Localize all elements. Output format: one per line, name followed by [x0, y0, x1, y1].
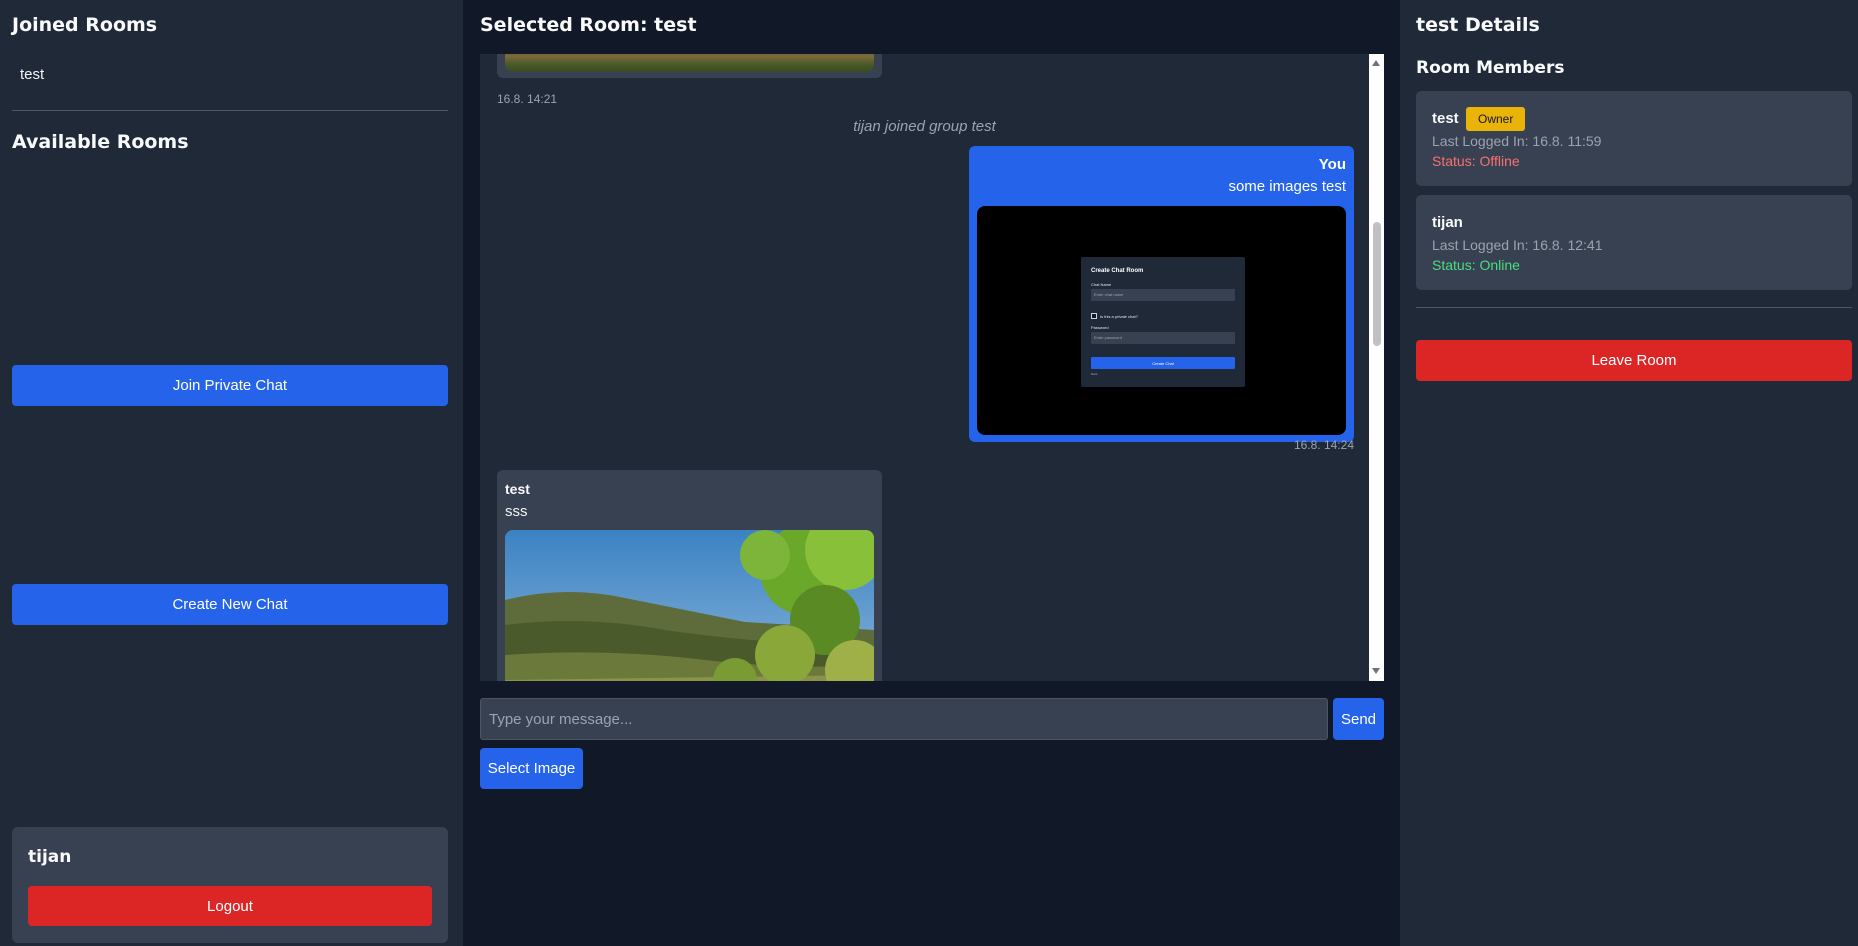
room-details-panel: test Details Room Members test Owner Las…	[1400, 0, 1858, 946]
sidebar-divider	[12, 110, 448, 111]
member-status-online: Status: Online	[1432, 257, 1520, 273]
screenshot-title: Create Chat Room	[1091, 268, 1144, 274]
message-input[interactable]	[480, 698, 1328, 740]
screenshot-label: Password	[1091, 325, 1109, 330]
message-bubble-other: test sss	[497, 470, 882, 681]
chat-panel: Selected Room: test 16.8. 14:21 tijan jo…	[463, 0, 1400, 946]
member-card: test Owner Last Logged In: 16.8. 11:59 S…	[1416, 91, 1852, 186]
joined-rooms-heading: Joined Rooms	[12, 14, 158, 36]
current-user-name: tijan	[28, 847, 72, 867]
selected-room-title: Selected Room: test	[480, 14, 697, 36]
message-list[interactable]: 16.8. 14:21 tijan joined group test You …	[480, 54, 1384, 681]
logout-button[interactable]: Logout	[28, 886, 432, 926]
landscape-photo	[505, 530, 874, 681]
message-image[interactable]: Create Chat Room Chat Name Enter chat na…	[977, 206, 1346, 435]
message-image[interactable]	[505, 530, 874, 681]
screenshot-button: Create Chat	[1091, 357, 1235, 369]
screenshot-label: Chat Name	[1091, 282, 1112, 287]
message-sender: You	[1318, 156, 1346, 173]
current-user-card: tijan Logout	[12, 827, 448, 943]
member-name: test	[1432, 110, 1459, 127]
screenshot-checkbox-label: Is this a private chat?	[1100, 314, 1138, 319]
message-timestamp: 16.8. 14:21	[497, 92, 558, 106]
available-rooms-heading: Available Rooms	[12, 131, 189, 153]
screenshot-input: Enter chat name	[1091, 289, 1235, 301]
owner-badge: Owner	[1466, 107, 1526, 131]
join-private-chat-button[interactable]: Join Private Chat	[12, 365, 448, 406]
left-sidebar: Joined Rooms test Available Rooms Join P…	[0, 0, 463, 946]
screenshot-back-link: Back	[1091, 372, 1098, 376]
member-card: tijan Last Logged In: 16.8. 12:41 Status…	[1416, 195, 1852, 290]
screenshot-create-chat-dialog: Create Chat Room Chat Name Enter chat na…	[1081, 257, 1245, 387]
scrollbar-thumb[interactable]	[1373, 222, 1381, 346]
member-status-offline: Status: Offline	[1432, 153, 1520, 169]
chat-scrollbar[interactable]	[1369, 54, 1384, 681]
leave-room-button[interactable]: Leave Room	[1416, 340, 1852, 381]
details-divider	[1416, 307, 1852, 308]
member-last-login: Last Logged In: 16.8. 12:41	[1432, 237, 1603, 253]
screenshot-placeholder: Enter password	[1094, 335, 1122, 340]
scroll-up-arrow-icon[interactable]	[1372, 60, 1380, 66]
member-name: tijan	[1432, 214, 1463, 231]
room-members-heading: Room Members	[1416, 58, 1565, 78]
message-sender: test	[505, 481, 530, 497]
message-bubble-own: You some images test Create Chat Room Ch…	[969, 146, 1354, 442]
select-image-button[interactable]: Select Image	[480, 748, 583, 789]
message-image[interactable]	[505, 54, 874, 72]
create-new-chat-button[interactable]: Create New Chat	[12, 584, 448, 625]
screenshot-input: Enter password	[1091, 332, 1235, 344]
message-bubble-other	[497, 54, 882, 78]
scroll-down-arrow-icon[interactable]	[1372, 668, 1380, 674]
message-timestamp: 16.8. 14:24	[1293, 438, 1354, 452]
message-text: sss	[505, 503, 528, 520]
joined-room-item-test[interactable]: test	[12, 62, 448, 90]
system-message: tijan joined group test	[853, 118, 996, 135]
message-text: some images test	[1228, 178, 1346, 195]
screenshot-placeholder: Enter chat name	[1094, 292, 1124, 297]
screenshot-checkbox	[1091, 313, 1097, 319]
send-button[interactable]: Send	[1333, 698, 1384, 740]
room-details-title: test Details	[1416, 14, 1540, 36]
member-last-login: Last Logged In: 16.8. 11:59	[1432, 133, 1602, 149]
